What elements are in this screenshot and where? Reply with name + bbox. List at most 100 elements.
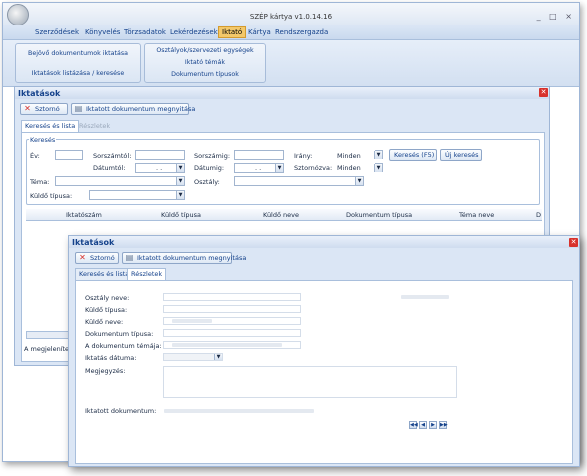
tema-label: Téma: xyxy=(30,178,50,186)
datumtol-label: Dátumtól: xyxy=(93,164,126,172)
last-page-icon[interactable]: ▶▶ xyxy=(439,421,448,429)
datumtol-input[interactable]: . . ▼ xyxy=(135,163,185,173)
kereses-legend: Keresés xyxy=(29,136,57,144)
col-kuldo-neve[interactable]: Küldő neve xyxy=(263,211,299,219)
tab-kereses-es-lista[interactable]: Keresés és lista xyxy=(21,120,80,132)
menu-torzsadatok[interactable]: Törzsadatok xyxy=(124,28,166,36)
ribbon-group-iktatas: Bejövő dokumentumok iktatása Iktatások l… xyxy=(15,43,141,83)
ribbon-group-torzs: Osztályok/szervezeti egységek Iktató tém… xyxy=(144,43,266,83)
open-document-label: Iktatott dokumentum megnyitása xyxy=(137,254,247,262)
col-kuldo-tipusa[interactable]: Küldő típusa xyxy=(161,211,201,219)
menu-rendszergazda[interactable]: Rendszergazda xyxy=(275,28,328,36)
open-document-button-detail[interactable]: ▤ Iktatott dokumentum megnyitása xyxy=(122,252,246,264)
irany-label: Irány: xyxy=(294,152,313,160)
sorszamig-label: Sorszámig: xyxy=(194,152,231,160)
iktatas-datuma-value: ▼ xyxy=(163,353,223,361)
osztaly-neve-label: Osztály neve: xyxy=(85,294,130,302)
red-x-icon: ✕ xyxy=(79,253,86,262)
open-document-button[interactable]: ▤ Iktatott dokumentum megnyitása xyxy=(71,103,195,115)
status-text: A megjelenítet xyxy=(24,345,72,353)
menu-lekerdezesek[interactable]: Lekérdezések xyxy=(170,28,218,36)
sztornozva-value[interactable]: Minden xyxy=(337,164,361,172)
kuldo-tipusa-detail-label: Küldő típusa: xyxy=(85,306,128,314)
irany-value[interactable]: Minden xyxy=(337,152,361,160)
menu-iktato[interactable]: Iktató xyxy=(218,26,247,38)
window-controls[interactable]: _ □ × xyxy=(537,12,575,21)
blurred-value xyxy=(164,409,314,413)
chevron-down-icon: ▼ xyxy=(374,151,382,159)
col-dokumentum-tipusa[interactable]: Dokumentum típusa xyxy=(346,211,412,219)
chevron-down-icon: ▼ xyxy=(176,164,184,172)
title-bar: SZÉP kártya v1.0.14.16 _ □ × xyxy=(3,3,579,26)
megjegyzes-label: Megjegyzés: xyxy=(85,367,126,375)
storno-label: Sztornó xyxy=(90,254,115,262)
osztaly-dropdown[interactable]: ▼ xyxy=(234,176,364,186)
window-title: SZÉP kártya v1.0.14.16 xyxy=(249,13,333,21)
kuldo-tipusa-value xyxy=(163,305,301,313)
col-tema-neve[interactable]: Téma neve xyxy=(459,211,494,219)
ribbon-iktatasok-listazasa[interactable]: Iktatások listázása / keresése xyxy=(16,70,140,77)
sorszamtol-input[interactable] xyxy=(135,150,185,160)
sztornozva-label: Sztornózva: xyxy=(294,164,333,172)
menu-konyveles[interactable]: Könyvelés xyxy=(85,28,120,36)
blurred-value xyxy=(172,319,212,323)
ribbon-dokumentum-tipusok[interactable]: Dokumentum típusok xyxy=(145,71,265,78)
tab-reszletek[interactable]: Részletek xyxy=(75,120,114,132)
kuldo-neve-label: Küldő neve: xyxy=(85,318,124,326)
ribbon-osztalyok[interactable]: Osztályok/szervezeti egységek xyxy=(145,47,265,54)
col-iktatoszam[interactable]: Iktatószám xyxy=(66,211,102,219)
sorszamtol-label: Sorszámtól: xyxy=(93,152,132,160)
document-icon: ▤ xyxy=(74,104,83,113)
datumig-label: Dátumig: xyxy=(194,164,225,172)
prev-page-icon[interactable]: ◀ xyxy=(419,421,427,429)
sztornozva-dropdown[interactable]: ▼ xyxy=(374,163,383,172)
reszletek-panel: Osztály neve: Küldő típusa: Küldő neve: … xyxy=(75,280,573,464)
reszletek-title: Iktatások xyxy=(72,238,115,247)
menu-kartya[interactable]: Kártya xyxy=(248,28,271,36)
kuldo-tipusa-dropdown[interactable]: ▼ xyxy=(89,190,185,200)
chevron-down-icon: ▼ xyxy=(176,191,184,199)
next-page-icon[interactable]: ▶ xyxy=(429,421,437,429)
dokumentum-temaja-label: A dokumentum témája: xyxy=(85,342,162,350)
close-icon[interactable]: ✕ xyxy=(569,238,578,247)
tab-kereses-es-lista-detail[interactable]: Keresés és lista xyxy=(75,268,134,280)
first-page-icon[interactable]: ◀◀ xyxy=(409,421,418,429)
close-icon[interactable]: ✕ xyxy=(539,88,548,97)
datumtol-placeholder: . . xyxy=(156,164,163,172)
sorszamig-input[interactable] xyxy=(234,150,284,160)
irany-dropdown[interactable]: ▼ xyxy=(374,150,383,159)
tab-reszletek-detail[interactable]: Részletek xyxy=(127,268,167,280)
red-x-icon: ✕ xyxy=(24,104,31,113)
blurred-value xyxy=(401,295,449,299)
ribbon: Bejövő dokumentumok iktatása Iktatások l… xyxy=(3,40,579,87)
storno-label: Sztornó xyxy=(35,105,60,113)
chevron-down-icon: ▼ xyxy=(176,177,184,185)
ev-input[interactable] xyxy=(55,150,83,160)
menu-szerzodesek[interactable]: Szerződések xyxy=(35,28,79,36)
storno-button-detail[interactable]: ✕ Sztornó xyxy=(75,252,119,264)
chevron-down-icon: ▼ xyxy=(374,164,382,172)
ribbon-iktato-temak[interactable]: Iktató témák xyxy=(145,59,265,66)
osztaly-label: Osztály: xyxy=(194,178,220,186)
iktatasok-title: Iktatások xyxy=(18,89,61,98)
chevron-down-icon: ▼ xyxy=(275,164,283,172)
ribbon-bejovo-iktatasa[interactable]: Bejövő dokumentumok iktatása xyxy=(16,50,140,57)
datumig-input[interactable]: . . ▼ xyxy=(234,163,284,173)
chevron-down-icon: ▼ xyxy=(214,354,222,360)
uj-kereses-button[interactable]: Új keresés xyxy=(440,149,482,161)
megjegyzes-textarea xyxy=(163,366,457,398)
blurred-value xyxy=(172,343,282,347)
chevron-down-icon: ▼ xyxy=(355,177,363,185)
kuldo-tipusa-label: Küldő típusa: xyxy=(30,192,73,200)
ev-label: Év: xyxy=(30,152,40,160)
open-document-label: Iktatott dokumentum megnyitása xyxy=(86,105,196,113)
datumig-placeholder: . . xyxy=(255,164,262,172)
kereses-button[interactable]: Keresés (F5) xyxy=(389,149,437,161)
storno-button[interactable]: ✕ Sztornó xyxy=(20,103,68,115)
menu-bar: Szerződések Könyvelés Törzsadatok Lekérd… xyxy=(3,25,579,40)
reszletek-header: Iktatások xyxy=(69,236,579,248)
osztaly-neve-value xyxy=(163,293,301,301)
grid-header: Iktatószám Küldő típusa Küldő neve Dokum… xyxy=(26,209,542,221)
tema-dropdown[interactable]: ▼ xyxy=(55,176,185,186)
col-d[interactable]: D xyxy=(536,211,541,219)
